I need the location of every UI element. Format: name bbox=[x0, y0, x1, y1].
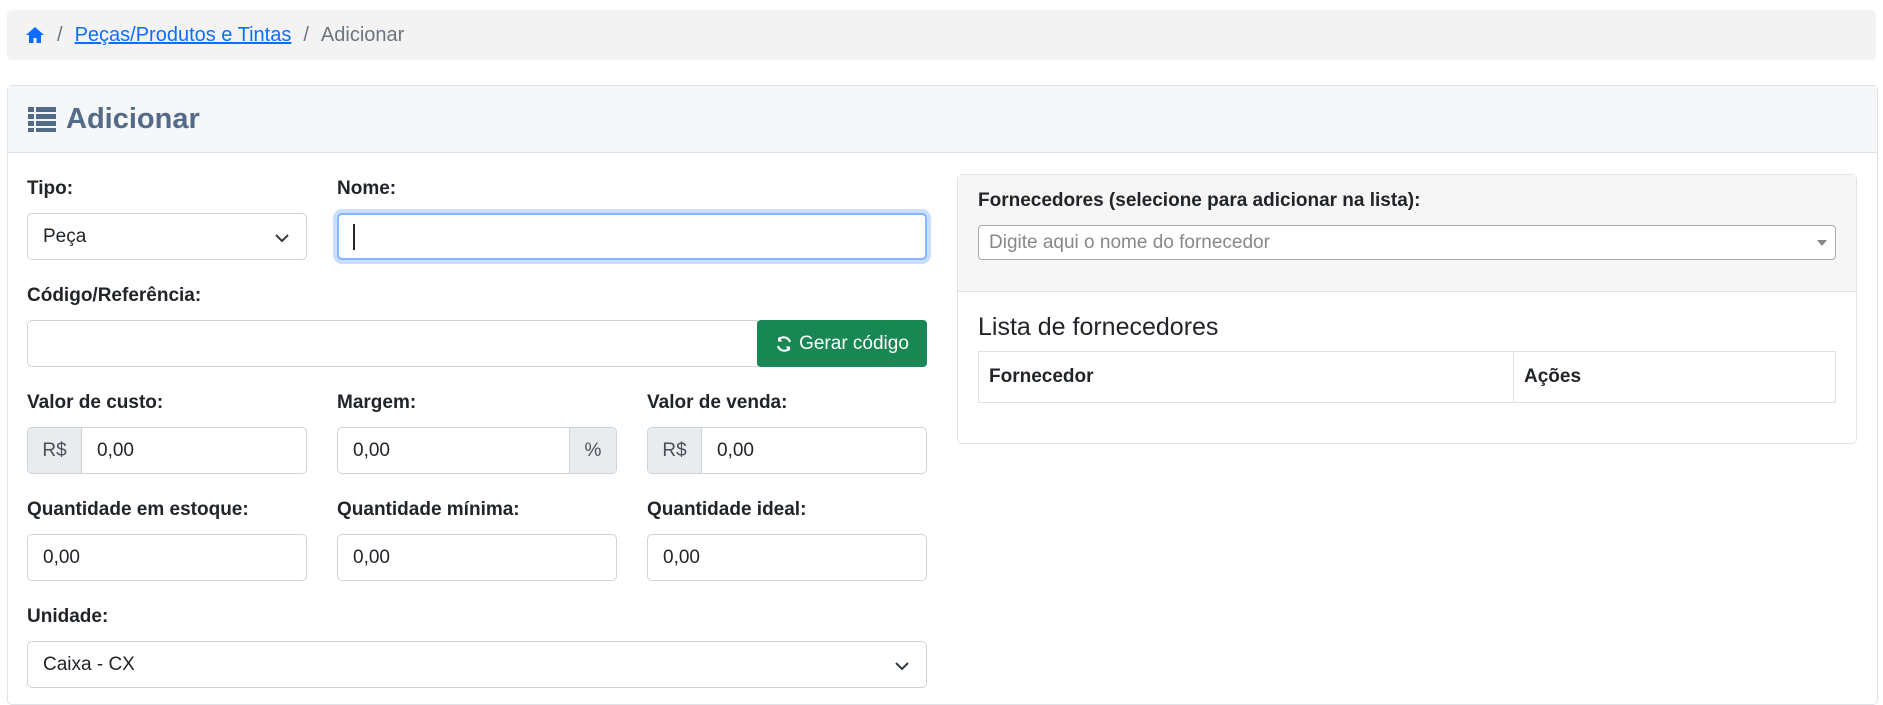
breadcrumb: / Peças/Produtos e Tintas / Adicionar bbox=[7, 10, 1876, 60]
nome-label: Nome: bbox=[337, 178, 397, 199]
dropdown-arrow-icon bbox=[1817, 240, 1827, 246]
currency-prefix: R$ bbox=[648, 428, 702, 473]
gerar-codigo-label: Gerar código bbox=[799, 332, 909, 354]
fornecedores-table: Fornecedor Ações bbox=[978, 351, 1836, 403]
text-caret bbox=[353, 223, 355, 250]
nome-input[interactable] bbox=[337, 213, 927, 260]
table-header-row: Fornecedor Ações bbox=[978, 351, 1836, 403]
qtd-estoque-input[interactable]: 0,00 bbox=[27, 534, 307, 581]
refresh-icon bbox=[775, 335, 793, 353]
qtd-minima-input[interactable]: 0,00 bbox=[337, 534, 617, 581]
codigo-label: Código/Referência: bbox=[27, 285, 202, 306]
qtd-estoque-value: 0,00 bbox=[43, 546, 80, 568]
qtd-minima-value: 0,00 bbox=[353, 546, 390, 568]
unidade-select[interactable]: Caixa - CX bbox=[27, 641, 927, 688]
tipo-value: Peça bbox=[43, 225, 87, 247]
lista-fornecedores-title: Lista de fornecedores bbox=[978, 313, 1219, 341]
valor-venda-input[interactable]: R$ 0,00 bbox=[647, 427, 927, 474]
margem-label: Margem: bbox=[337, 392, 417, 413]
page-title: Adicionar bbox=[66, 102, 200, 135]
home-icon[interactable] bbox=[25, 25, 45, 45]
breadcrumb-current: Adicionar bbox=[320, 23, 405, 46]
unidade-value: Caixa - CX bbox=[43, 653, 135, 675]
breadcrumb-link-pecas[interactable]: Peças/Produtos e Tintas bbox=[75, 24, 292, 47]
margem-input[interactable]: 0,00 % bbox=[337, 427, 617, 474]
column-header-fornecedor: Fornecedor bbox=[978, 351, 1514, 403]
qtd-ideal-value: 0,00 bbox=[663, 546, 700, 568]
list-icon bbox=[28, 106, 56, 132]
chevron-down-icon bbox=[892, 656, 912, 676]
valor-custo-value: 0,00 bbox=[97, 439, 134, 461]
tipo-select[interactable]: Peça bbox=[27, 213, 307, 260]
qtd-minima-label: Quantidade mínima: bbox=[337, 499, 520, 520]
chevron-down-icon bbox=[272, 228, 292, 248]
valor-custo-input[interactable]: R$ 0,00 bbox=[27, 427, 307, 474]
valor-custo-label: Valor de custo: bbox=[27, 392, 164, 413]
currency-prefix: R$ bbox=[28, 428, 82, 473]
fornecedores-title: Fornecedores (selecione para adicionar n… bbox=[978, 190, 1421, 211]
tipo-label: Tipo: bbox=[27, 178, 74, 199]
breadcrumb-separator: / bbox=[303, 23, 309, 46]
gerar-codigo-button[interactable]: Gerar código bbox=[757, 320, 927, 367]
codigo-input[interactable] bbox=[27, 320, 758, 367]
card-header: Adicionar bbox=[8, 86, 1877, 153]
qtd-ideal-input[interactable]: 0,00 bbox=[647, 534, 927, 581]
valor-venda-value: 0,00 bbox=[717, 439, 754, 461]
column-header-acoes: Ações bbox=[1513, 351, 1836, 403]
fornecedores-panel: Fornecedores (selecione para adicionar n… bbox=[957, 174, 1857, 444]
unidade-label: Unidade: bbox=[27, 606, 109, 627]
margem-value: 0,00 bbox=[353, 439, 390, 461]
valor-venda-label: Valor de venda: bbox=[647, 392, 788, 413]
percent-suffix: % bbox=[569, 428, 616, 473]
qtd-ideal-label: Quantidade ideal: bbox=[647, 499, 807, 520]
qtd-estoque-label: Quantidade em estoque: bbox=[27, 499, 249, 520]
breadcrumb-separator: / bbox=[57, 23, 63, 46]
fornecedor-placeholder: Digite aqui o nome do fornecedor bbox=[989, 231, 1270, 253]
fornecedores-panel-header: Fornecedores (selecione para adicionar n… bbox=[958, 175, 1856, 292]
fornecedor-search-select[interactable]: Digite aqui o nome do fornecedor bbox=[978, 225, 1836, 260]
